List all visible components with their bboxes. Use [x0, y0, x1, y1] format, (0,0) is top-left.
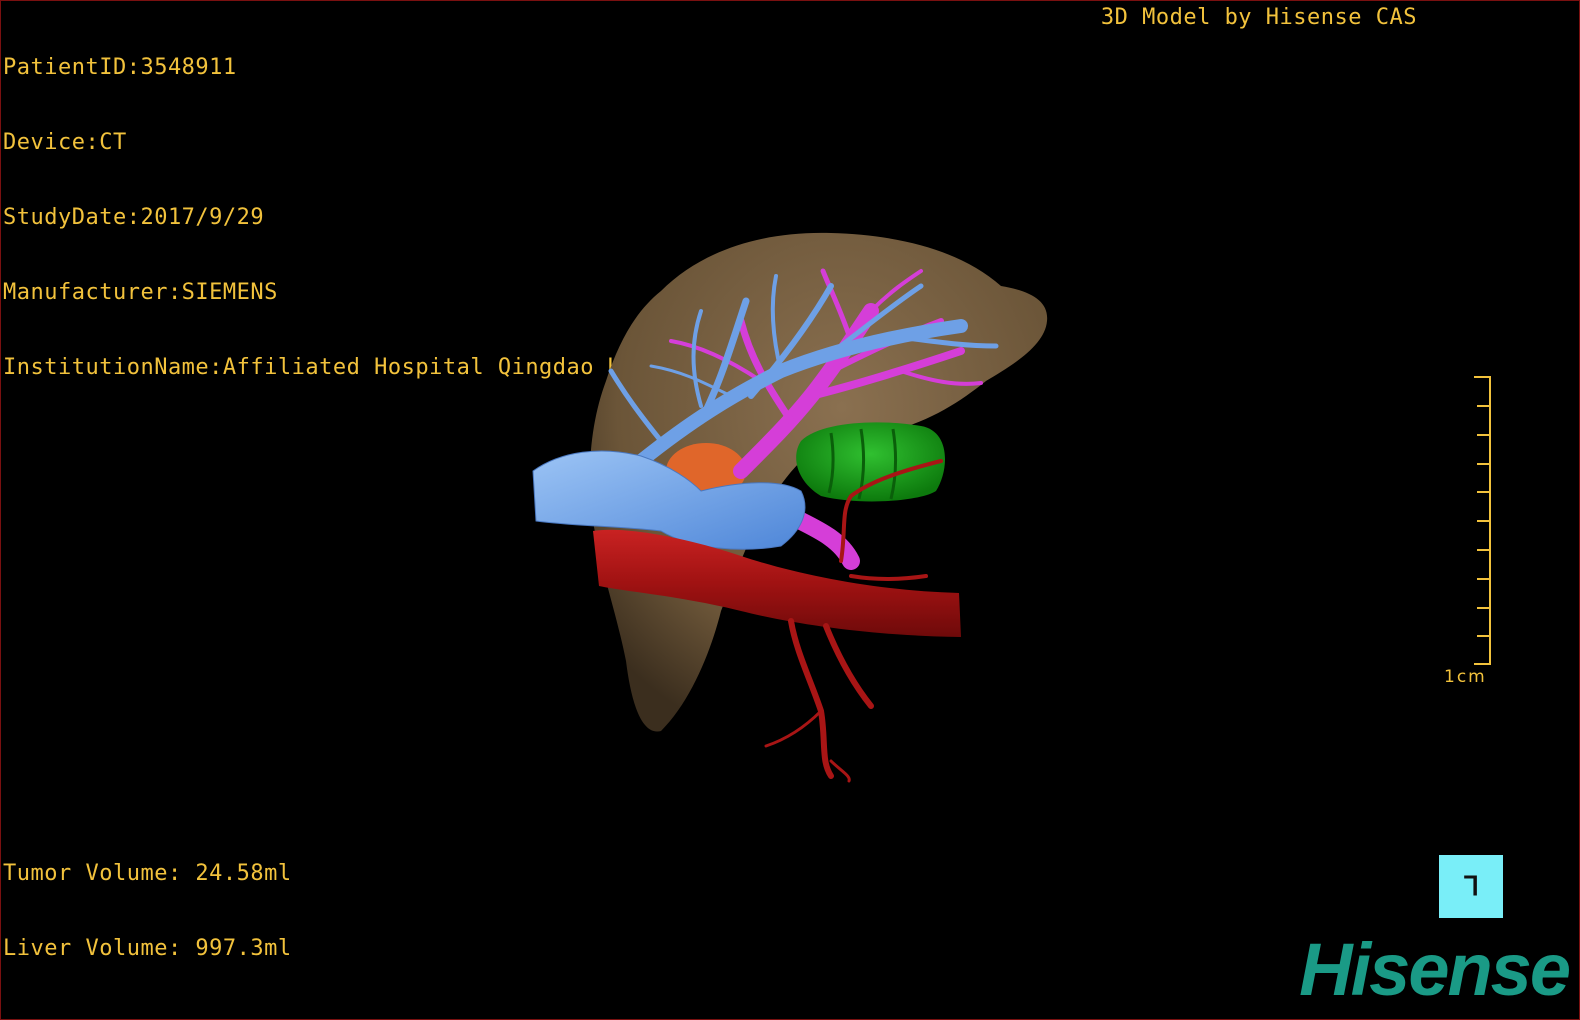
green-organ [796, 422, 946, 502]
volume-info: Tumor Volume: 24.58ml Liver Volume: 997.… [3, 811, 292, 1011]
orientation-cube-button[interactable]: ᒣ [1439, 855, 1503, 918]
liver-volume: Liver Volume: 997.3ml [3, 936, 292, 961]
orientation-glyph-icon: ᒣ [1463, 871, 1479, 902]
scale-label: 1cm [1444, 667, 1487, 687]
tumor-volume: Tumor Volume: 24.58ml [3, 861, 292, 886]
3d-viewport[interactable]: PatientID:3548911 Device:CT StudyDate:20… [0, 0, 1580, 1020]
hisense-logo: Hisense [1299, 928, 1571, 1011]
scale-bar [1474, 376, 1491, 665]
